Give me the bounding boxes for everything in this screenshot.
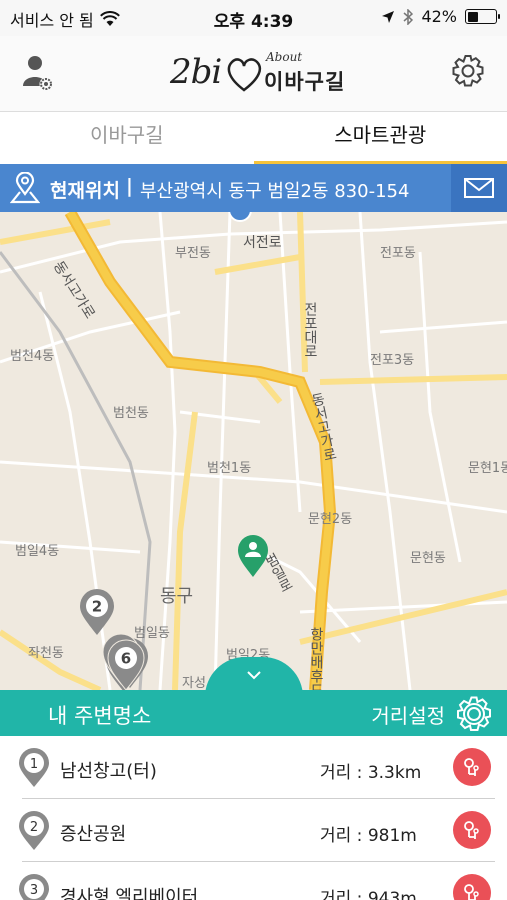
item-number: 2 bbox=[30, 820, 38, 835]
logo-about: About bbox=[266, 50, 303, 64]
place-name: 남선창고(터) bbox=[60, 761, 157, 782]
number-pin-icon: 3 bbox=[19, 874, 49, 900]
place-distance: 거리 : 3.3km bbox=[320, 763, 422, 783]
map-label: 문현1동 bbox=[468, 461, 507, 476]
item-number: 3 bbox=[30, 883, 38, 898]
list-item[interactable]: 1 남선창고(터) 거리 : 3.3km bbox=[0, 736, 507, 799]
route-icon bbox=[464, 884, 479, 900]
map-label: 전포동 bbox=[380, 246, 416, 261]
place-distance: 거리 : 943m bbox=[320, 889, 417, 900]
battery-percent: 42% bbox=[421, 7, 457, 26]
map-label: 범천1동 bbox=[207, 461, 252, 476]
route-icon bbox=[464, 821, 479, 839]
map-label: 범천동 bbox=[113, 406, 149, 421]
map-label: 문현2동 bbox=[308, 512, 353, 527]
current-location-bar: 현재위치 | 부산광역시 동구 범일2동 830-154 bbox=[0, 164, 507, 212]
place-distance: 거리 : 981m bbox=[320, 826, 417, 846]
map-label: 전포대로 bbox=[302, 302, 318, 358]
tab-ibagugil[interactable]: 이바구길 bbox=[0, 113, 254, 161]
route-button[interactable] bbox=[453, 811, 491, 849]
mail-icon bbox=[464, 178, 494, 198]
tab-bar: 이바구길 스마트관광 bbox=[0, 113, 507, 165]
logo-script: 2bi bbox=[170, 52, 222, 92]
chevron-down-icon bbox=[247, 671, 261, 680]
map-label: 항만배후도 bbox=[308, 627, 324, 690]
map-label: 문현동 bbox=[410, 551, 446, 566]
place-name: 경사형 엘리베이터 bbox=[60, 887, 199, 900]
battery-icon bbox=[465, 9, 500, 24]
app-logo: 2bi About 이바구길 bbox=[170, 48, 350, 100]
heart-icon bbox=[227, 58, 261, 92]
user-settings-button[interactable] bbox=[22, 54, 56, 92]
nearby-title: 내 주변명소 bbox=[48, 704, 152, 728]
map-label: 동구 bbox=[160, 586, 194, 607]
route-button[interactable] bbox=[453, 874, 491, 900]
current-location-label: 현재위치 bbox=[50, 180, 120, 202]
current-address: 부산광역시 동구 범일2동 830-154 bbox=[140, 181, 410, 202]
location-separator: | bbox=[126, 175, 133, 197]
bluetooth-icon bbox=[403, 8, 414, 25]
marker-number: 2 bbox=[92, 598, 102, 616]
map-label: 좌천동 bbox=[28, 646, 64, 661]
tab-smart-tourism[interactable]: 스마트관광 bbox=[253, 113, 507, 165]
settings-button[interactable] bbox=[451, 54, 485, 88]
gear-icon bbox=[452, 55, 484, 87]
route-button[interactable] bbox=[453, 748, 491, 786]
status-bar: 서비스 안 됨 오후 4:39 42% bbox=[0, 0, 507, 36]
map-label: 서전로 bbox=[243, 235, 282, 251]
nearby-list: 1 남선창고(터) 거리 : 3.3km 2 증산공원 거리 : 981m 3 … bbox=[0, 736, 507, 900]
user-location-marker[interactable] bbox=[236, 534, 270, 578]
map-view[interactable]: 서전로 부전동 전포동 전포대로 전포3동 범천4동 범천동 범천1동 문현1동… bbox=[0, 212, 507, 690]
location-pin-icon bbox=[10, 172, 40, 204]
route-icon bbox=[464, 758, 479, 776]
user-gear-icon bbox=[23, 56, 53, 91]
number-pin-icon: 1 bbox=[19, 748, 49, 787]
location-arrow-icon bbox=[382, 10, 395, 23]
list-item[interactable]: 3 경사형 엘리베이터 거리 : 943m bbox=[0, 862, 507, 900]
map-label: 자성 bbox=[182, 676, 206, 690]
marker-number: 6 bbox=[121, 650, 131, 668]
list-item[interactable]: 2 증산공원 거리 : 981m bbox=[0, 799, 507, 862]
map-label: 범천4동 bbox=[10, 349, 55, 364]
logo-name: 이바구길 bbox=[264, 70, 346, 94]
item-number: 1 bbox=[30, 757, 38, 772]
map-marker-cluster[interactable]: 6 bbox=[96, 622, 158, 690]
map-label: 전포3동 bbox=[370, 353, 415, 368]
place-name: 증산공원 bbox=[60, 824, 127, 845]
app-header: 2bi About 이바구길 bbox=[0, 36, 507, 112]
share-mail-button[interactable] bbox=[451, 164, 507, 212]
nearby-header: 내 주변명소 거리설정 bbox=[0, 690, 507, 736]
map-label: 범일4동 bbox=[15, 544, 60, 559]
gear-icon[interactable] bbox=[455, 695, 493, 733]
number-pin-icon: 2 bbox=[19, 811, 49, 850]
map-label: 부전동 bbox=[175, 246, 211, 261]
distance-setting-button[interactable]: 거리설정 bbox=[371, 700, 445, 729]
